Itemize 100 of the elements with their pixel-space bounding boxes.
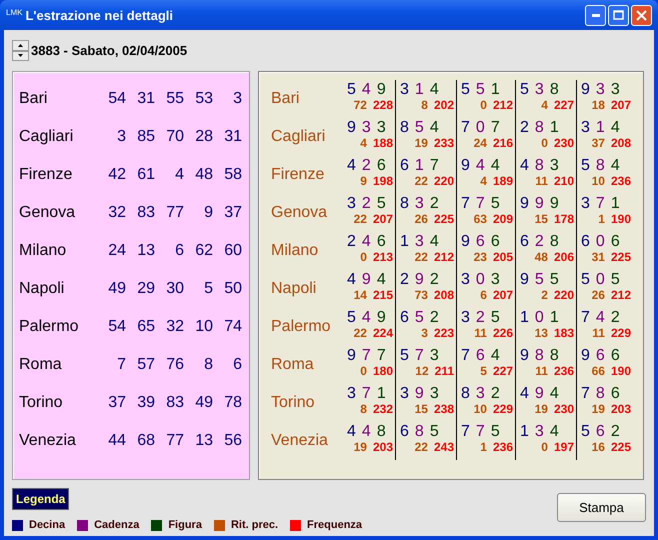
digit: 0 bbox=[596, 233, 605, 250]
spin-down-button[interactable] bbox=[12, 50, 29, 61]
digit: 8 bbox=[461, 385, 470, 402]
frequency-value: 197 bbox=[554, 440, 574, 454]
digit: 1 bbox=[400, 233, 409, 250]
frequency-value: 223 bbox=[434, 326, 454, 340]
city-name: Venezia bbox=[270, 432, 329, 450]
digit: 5 bbox=[490, 423, 500, 440]
digit: 3 bbox=[430, 385, 439, 402]
digit: 3 bbox=[430, 347, 439, 364]
digit: 9 bbox=[376, 81, 386, 98]
frequency-value: 229 bbox=[492, 402, 513, 416]
frequency-value: 225 bbox=[610, 440, 631, 454]
digit: 8 bbox=[414, 423, 424, 440]
drawn-number: 53 bbox=[194, 90, 213, 108]
delay-value: 4 bbox=[480, 174, 487, 188]
city-name: Venezia bbox=[18, 432, 77, 450]
drawn-number: 6 bbox=[174, 242, 184, 260]
digit: 8 bbox=[596, 385, 605, 402]
city-name: Cagliari bbox=[18, 128, 74, 146]
delay-value: 22 bbox=[414, 440, 428, 454]
digit: 4 bbox=[476, 157, 485, 174]
drawn-number: 48 bbox=[194, 166, 213, 184]
digit: 9 bbox=[414, 271, 424, 288]
digit: 1 bbox=[550, 119, 559, 136]
drawn-number: 4 bbox=[174, 166, 184, 184]
frequency-value: 230 bbox=[554, 402, 574, 416]
delay-value: 13 bbox=[534, 326, 548, 340]
digit: 6 bbox=[376, 233, 386, 250]
digit: 4 bbox=[610, 119, 620, 136]
digit: 6 bbox=[596, 347, 605, 364]
frequency-value: 212 bbox=[434, 250, 454, 264]
digit: 5 bbox=[400, 347, 409, 364]
digit: 3 bbox=[550, 157, 559, 174]
digit: 4 bbox=[520, 385, 529, 402]
digit: 4 bbox=[362, 423, 371, 440]
digit: 7 bbox=[414, 347, 424, 364]
frequency-value: 183 bbox=[554, 326, 574, 340]
digit: 5 bbox=[610, 271, 620, 288]
drawn-number: 44 bbox=[107, 432, 126, 450]
drawn-number: 74 bbox=[223, 318, 242, 336]
spin-up-button[interactable] bbox=[12, 40, 29, 50]
delay-value: 15 bbox=[414, 402, 428, 416]
digit: 1 bbox=[490, 81, 500, 98]
digit: 3 bbox=[347, 195, 356, 212]
print-button[interactable]: Stampa bbox=[557, 493, 646, 522]
delay-value: 48 bbox=[534, 250, 548, 264]
drawn-number: 60 bbox=[223, 242, 242, 260]
drawn-number: 32 bbox=[107, 204, 126, 222]
digit: 4 bbox=[430, 81, 439, 98]
delay-value: 19 bbox=[534, 402, 548, 416]
digit: 9 bbox=[347, 347, 356, 364]
frequency-value: 216 bbox=[492, 136, 513, 150]
digit: 4 bbox=[362, 233, 371, 250]
delay-value: 37 bbox=[592, 136, 605, 150]
close-button[interactable] bbox=[631, 4, 652, 26]
delay-value: 18 bbox=[592, 98, 605, 112]
digit: 5 bbox=[347, 81, 356, 98]
frequency-value: 198 bbox=[372, 174, 393, 188]
drawn-number: 49 bbox=[107, 280, 126, 298]
digit: 5 bbox=[581, 271, 590, 288]
legend-label: Rit. prec. bbox=[230, 519, 278, 531]
digit: 1 bbox=[376, 385, 386, 402]
city-name: Napoli bbox=[270, 280, 318, 298]
digit: 9 bbox=[520, 347, 529, 364]
frequency-value: 232 bbox=[372, 402, 393, 416]
digit: 9 bbox=[376, 309, 386, 326]
legend-label: Cadenza bbox=[94, 519, 140, 531]
digit: 7 bbox=[476, 423, 485, 440]
delay-value: 0 bbox=[480, 98, 487, 112]
digit: 6 bbox=[476, 233, 485, 250]
drawn-number: 39 bbox=[136, 394, 155, 412]
digit: 9 bbox=[534, 195, 544, 212]
frequency-value: 180 bbox=[372, 364, 393, 378]
frequency-value: 230 bbox=[554, 136, 574, 150]
digit: 8 bbox=[596, 157, 605, 174]
digit: 4 bbox=[362, 309, 371, 326]
digit: 2 bbox=[610, 423, 620, 440]
digit: 0 bbox=[476, 271, 485, 288]
maximize-button[interactable] bbox=[608, 4, 629, 26]
minimize-button[interactable] bbox=[585, 4, 606, 26]
digit: 4 bbox=[347, 157, 356, 174]
digit: 9 bbox=[461, 157, 470, 174]
digit: 7 bbox=[362, 347, 371, 364]
drawn-number: 42 bbox=[107, 166, 126, 184]
delay-value: 2 bbox=[541, 288, 548, 302]
digit: 1 bbox=[610, 195, 620, 212]
city-name: Firenze bbox=[18, 166, 74, 184]
digit: 9 bbox=[550, 195, 559, 212]
delay-value: 11 bbox=[535, 364, 548, 378]
digit: 7 bbox=[362, 385, 371, 402]
delay-value: 5 bbox=[480, 364, 487, 378]
drawn-number: 54 bbox=[107, 90, 126, 108]
drawn-number: 83 bbox=[136, 204, 155, 222]
city-name: Milano bbox=[18, 242, 68, 260]
digit: 9 bbox=[414, 385, 424, 402]
delay-value: 1 bbox=[598, 212, 605, 226]
delay-value: 19 bbox=[354, 440, 367, 454]
digit: 2 bbox=[362, 195, 371, 212]
frequency-value: 210 bbox=[554, 174, 574, 188]
